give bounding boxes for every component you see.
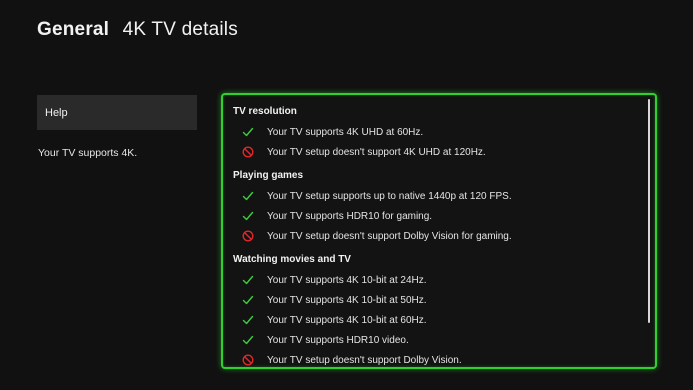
group-title: Watching movies and TV bbox=[233, 254, 351, 265]
list-item: Your TV supports 4K 10-bit at 24Hz. bbox=[233, 270, 641, 290]
help-button[interactable]: Help bbox=[37, 95, 197, 130]
list-item-text: Your TV setup doesn't support Dolby Visi… bbox=[267, 230, 512, 242]
blocked-icon bbox=[241, 229, 255, 243]
scrollbar[interactable] bbox=[648, 99, 650, 323]
list-item-text: Your TV supports HDR10 video. bbox=[267, 334, 409, 346]
check-icon bbox=[241, 313, 255, 327]
tv-summary-text: Your TV supports 4K. bbox=[38, 147, 138, 159]
list-item-text: Your TV supports 4K UHD at 60Hz. bbox=[267, 126, 424, 138]
group-title: TV resolution bbox=[233, 106, 297, 117]
check-icon bbox=[241, 189, 255, 203]
check-icon bbox=[241, 125, 255, 139]
page-title: 4K TV details bbox=[122, 19, 238, 40]
details-panel[interactable]: TV resolution Your TV supports 4K UHD at… bbox=[221, 93, 657, 369]
list-item-text: Your TV supports 4K 10-bit at 24Hz. bbox=[267, 274, 427, 286]
list-item: Your TV setup supports up to native 1440… bbox=[233, 186, 641, 206]
list-item: Your TV setup doesn't support Dolby Visi… bbox=[233, 350, 641, 367]
check-icon bbox=[241, 333, 255, 347]
group-playing-games: Playing games Your TV setup supports up … bbox=[233, 169, 641, 246]
list-item: Your TV supports HDR10 video. bbox=[233, 330, 641, 350]
help-button-label: Help bbox=[45, 106, 68, 119]
list-item-text: Your TV setup doesn't support Dolby Visi… bbox=[267, 354, 462, 366]
blocked-icon bbox=[241, 353, 255, 367]
list-item-text: Your TV supports 4K 10-bit at 60Hz. bbox=[267, 314, 427, 326]
section-title: General bbox=[37, 19, 110, 40]
page-header: General 4K TV details bbox=[37, 19, 238, 41]
check-icon bbox=[241, 273, 255, 287]
list-item: Your TV supports HDR10 for gaming. bbox=[233, 206, 641, 226]
list-item: Your TV supports 4K UHD at 60Hz. bbox=[233, 122, 641, 142]
list-item: Your TV setup doesn't support Dolby Visi… bbox=[233, 226, 641, 246]
blocked-icon bbox=[241, 145, 255, 159]
group-title: Playing games bbox=[233, 170, 304, 181]
group-watching-movies-and-tv: Watching movies and TV Your TV supports … bbox=[233, 253, 641, 367]
list-item-text: Your TV setup doesn't support 4K UHD at … bbox=[267, 146, 486, 158]
list-item: Your TV supports 4K 10-bit at 60Hz. bbox=[233, 310, 641, 330]
check-icon bbox=[241, 209, 255, 223]
list-item: Your TV setup doesn't support 4K UHD at … bbox=[233, 142, 641, 162]
check-icon bbox=[241, 293, 255, 307]
list-item-text: Your TV supports 4K 10-bit at 50Hz. bbox=[267, 294, 427, 306]
list-item-text: Your TV supports HDR10 for gaming. bbox=[267, 210, 433, 222]
details-list: TV resolution Your TV supports 4K UHD at… bbox=[233, 105, 641, 367]
list-item-text: Your TV setup supports up to native 1440… bbox=[267, 190, 512, 202]
group-tv-resolution: TV resolution Your TV supports 4K UHD at… bbox=[233, 105, 641, 162]
screen: General 4K TV details Help Your TV suppo… bbox=[0, 0, 693, 390]
list-item: Your TV supports 4K 10-bit at 50Hz. bbox=[233, 290, 641, 310]
